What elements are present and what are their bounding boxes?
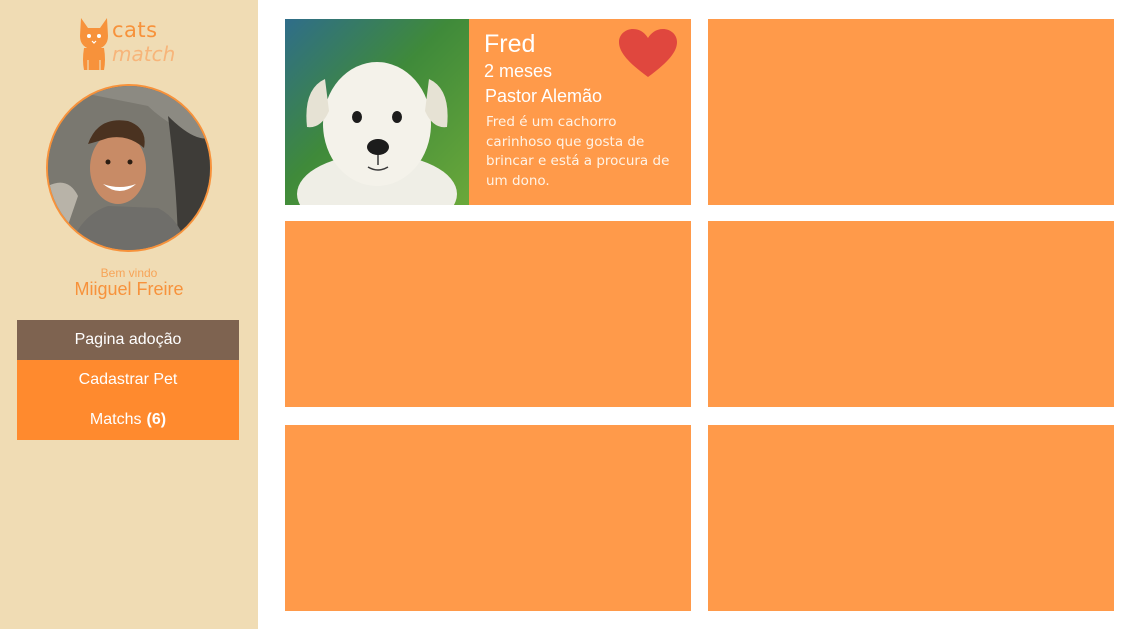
welcome-label: Bem vindo xyxy=(100,266,158,280)
register-pet-button[interactable]: Cadastrar Pet xyxy=(17,360,239,400)
pet-card[interactable]: Fred 2 meses Pastor Alemão Fred é um cac… xyxy=(285,19,691,205)
sidebar: cats match Bem vindo Miiguel Freire Pagi… xyxy=(0,0,258,629)
pet-card-empty[interactable] xyxy=(285,221,691,407)
cat-icon xyxy=(80,18,108,70)
pet-description: Fred é um cachorro carinhoso que gosta d… xyxy=(486,114,670,189)
avatar-image xyxy=(48,86,210,250)
logo[interactable]: cats match xyxy=(78,14,188,74)
pet-breed: Pastor Alemão xyxy=(485,86,603,106)
pet-card-empty[interactable] xyxy=(708,19,1114,205)
matches-label: Matchs xyxy=(89,411,142,428)
pet-card-empty[interactable] xyxy=(708,425,1114,611)
pet-age: 2 meses xyxy=(484,61,553,81)
user-name: Miiguel Freire xyxy=(74,279,184,299)
avatar[interactable] xyxy=(46,84,212,252)
adoption-page-label: Pagina adoção xyxy=(74,331,182,348)
pet-card-empty[interactable] xyxy=(285,425,691,611)
pet-card-empty[interactable] xyxy=(708,221,1114,407)
pet-name: Fred xyxy=(484,30,536,58)
logo-text-match: match xyxy=(112,42,176,66)
pet-photo xyxy=(285,19,469,205)
matches-button[interactable]: Matchs (6) xyxy=(17,400,239,440)
logo-text-cats: cats xyxy=(112,18,158,42)
register-pet-label: Cadastrar Pet xyxy=(78,371,178,388)
matches-count: (6) xyxy=(146,411,167,428)
puppy-image xyxy=(285,19,469,205)
app: cats match Bem vindo Miiguel Freire Pagi… xyxy=(0,0,1141,629)
heart-icon[interactable] xyxy=(618,29,678,79)
adoption-page-button[interactable]: Pagina adoção xyxy=(17,320,239,360)
